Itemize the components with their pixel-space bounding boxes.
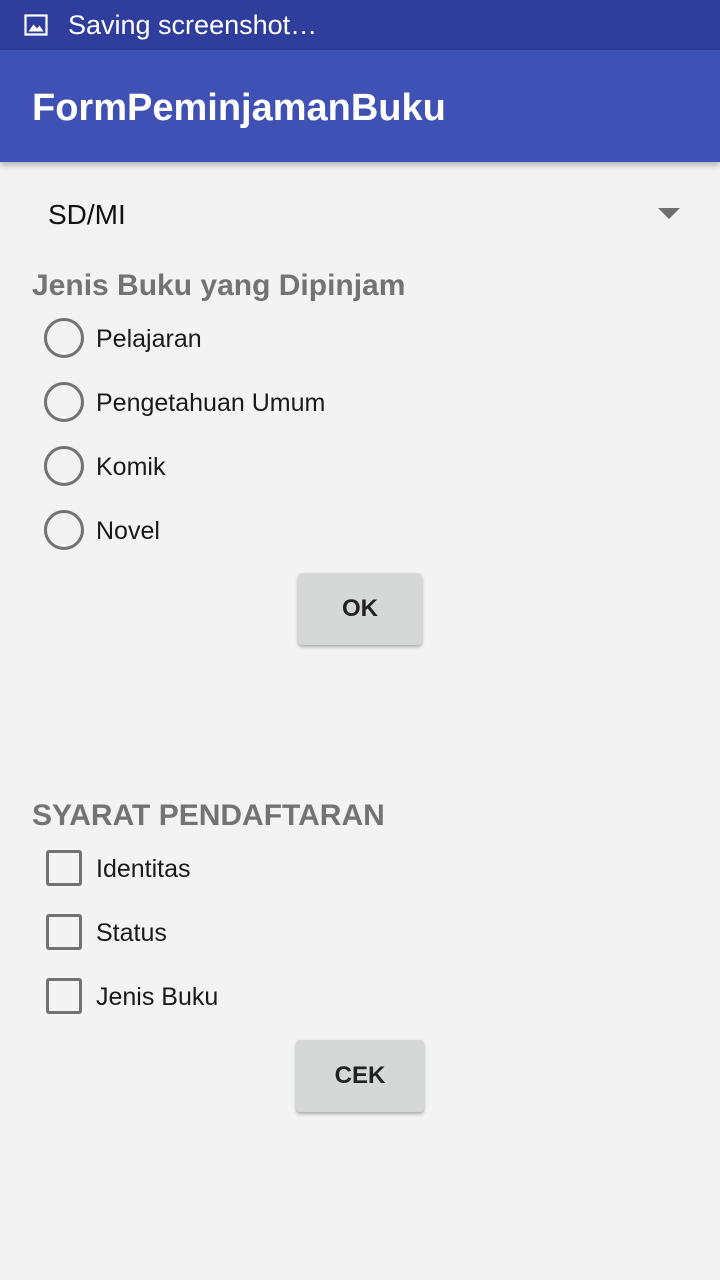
radio-option-label: Pengetahuan Umum <box>96 389 326 417</box>
ok-button[interactable]: OK <box>298 573 422 645</box>
dropdown-arrow-icon <box>658 208 680 219</box>
checkbox-option-label: Identitas <box>96 855 191 883</box>
checkbox-icon[interactable] <box>46 978 82 1014</box>
image-icon <box>24 13 48 37</box>
checkbox-option-label: Jenis Buku <box>96 983 219 1011</box>
checkbox-option-identitas[interactable]: Identitas <box>32 842 632 898</box>
status-bar: Saving screenshot… <box>0 0 720 50</box>
radio-button-icon[interactable] <box>44 510 84 550</box>
status-notification-text: Saving screenshot… <box>68 10 318 40</box>
checkbox-option-status[interactable]: Status <box>32 906 632 962</box>
checkbox-option-label: Status <box>96 919 167 947</box>
checkbox-icon[interactable] <box>46 850 82 886</box>
radio-button-icon[interactable] <box>44 318 84 358</box>
app-bar: FormPeminjamanBuku <box>0 50 720 162</box>
radio-option-label: Novel <box>96 517 160 545</box>
radio-button-icon[interactable] <box>44 446 84 486</box>
radio-option-label: Komik <box>96 453 166 481</box>
level-spinner[interactable]: SD/MI <box>32 186 688 246</box>
radio-option-label: Pelajaran <box>96 325 202 353</box>
book-type-title: Jenis Buku yang Dipinjam <box>32 269 406 302</box>
app-title: FormPeminjamanBuku <box>32 87 446 129</box>
radio-option-komik[interactable]: Komik <box>32 440 632 496</box>
cek-button[interactable]: CEK <box>296 1040 424 1112</box>
spinner-selected-value: SD/MI <box>48 199 126 230</box>
checkbox-option-jenis-buku[interactable]: Jenis Buku <box>32 970 632 1026</box>
radio-button-icon[interactable] <box>44 382 84 422</box>
registration-requirements-title: SYARAT PENDAFTARAN <box>32 799 385 832</box>
radio-option-pengetahuan-umum[interactable]: Pengetahuan Umum <box>32 376 632 432</box>
checkbox-icon[interactable] <box>46 914 82 950</box>
radio-option-novel[interactable]: Novel <box>32 504 632 560</box>
radio-option-pelajaran[interactable]: Pelajaran <box>32 312 632 368</box>
